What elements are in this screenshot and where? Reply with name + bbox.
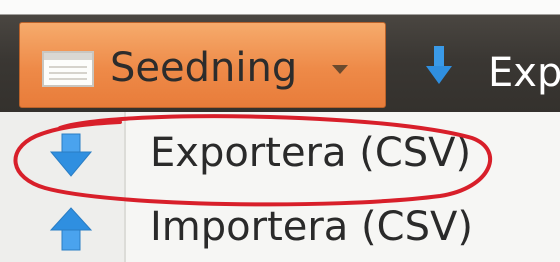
menu-item-importera-csv[interactable]: Importera (CSV) (0, 192, 560, 262)
chevron-down-icon (332, 65, 348, 74)
export-button-label[interactable]: Exp (488, 48, 560, 98)
table-icon (42, 51, 94, 87)
arrow-up-icon (49, 207, 93, 251)
arrow-down-icon[interactable] (425, 46, 453, 86)
dropdown-menu: Exportera (CSV) Importera (CSV) (0, 112, 560, 262)
menu-item-label: Exportera (CSV) (150, 130, 472, 176)
seedning-dropdown-button[interactable]: Seedning (19, 22, 386, 108)
toolbar: Seedning Exp (0, 0, 560, 112)
arrow-down-icon (49, 133, 93, 177)
menu-item-label: Importera (CSV) (150, 204, 473, 250)
seedning-label: Seedning (110, 45, 298, 91)
menu-item-exportera-csv[interactable]: Exportera (CSV) (0, 118, 560, 188)
